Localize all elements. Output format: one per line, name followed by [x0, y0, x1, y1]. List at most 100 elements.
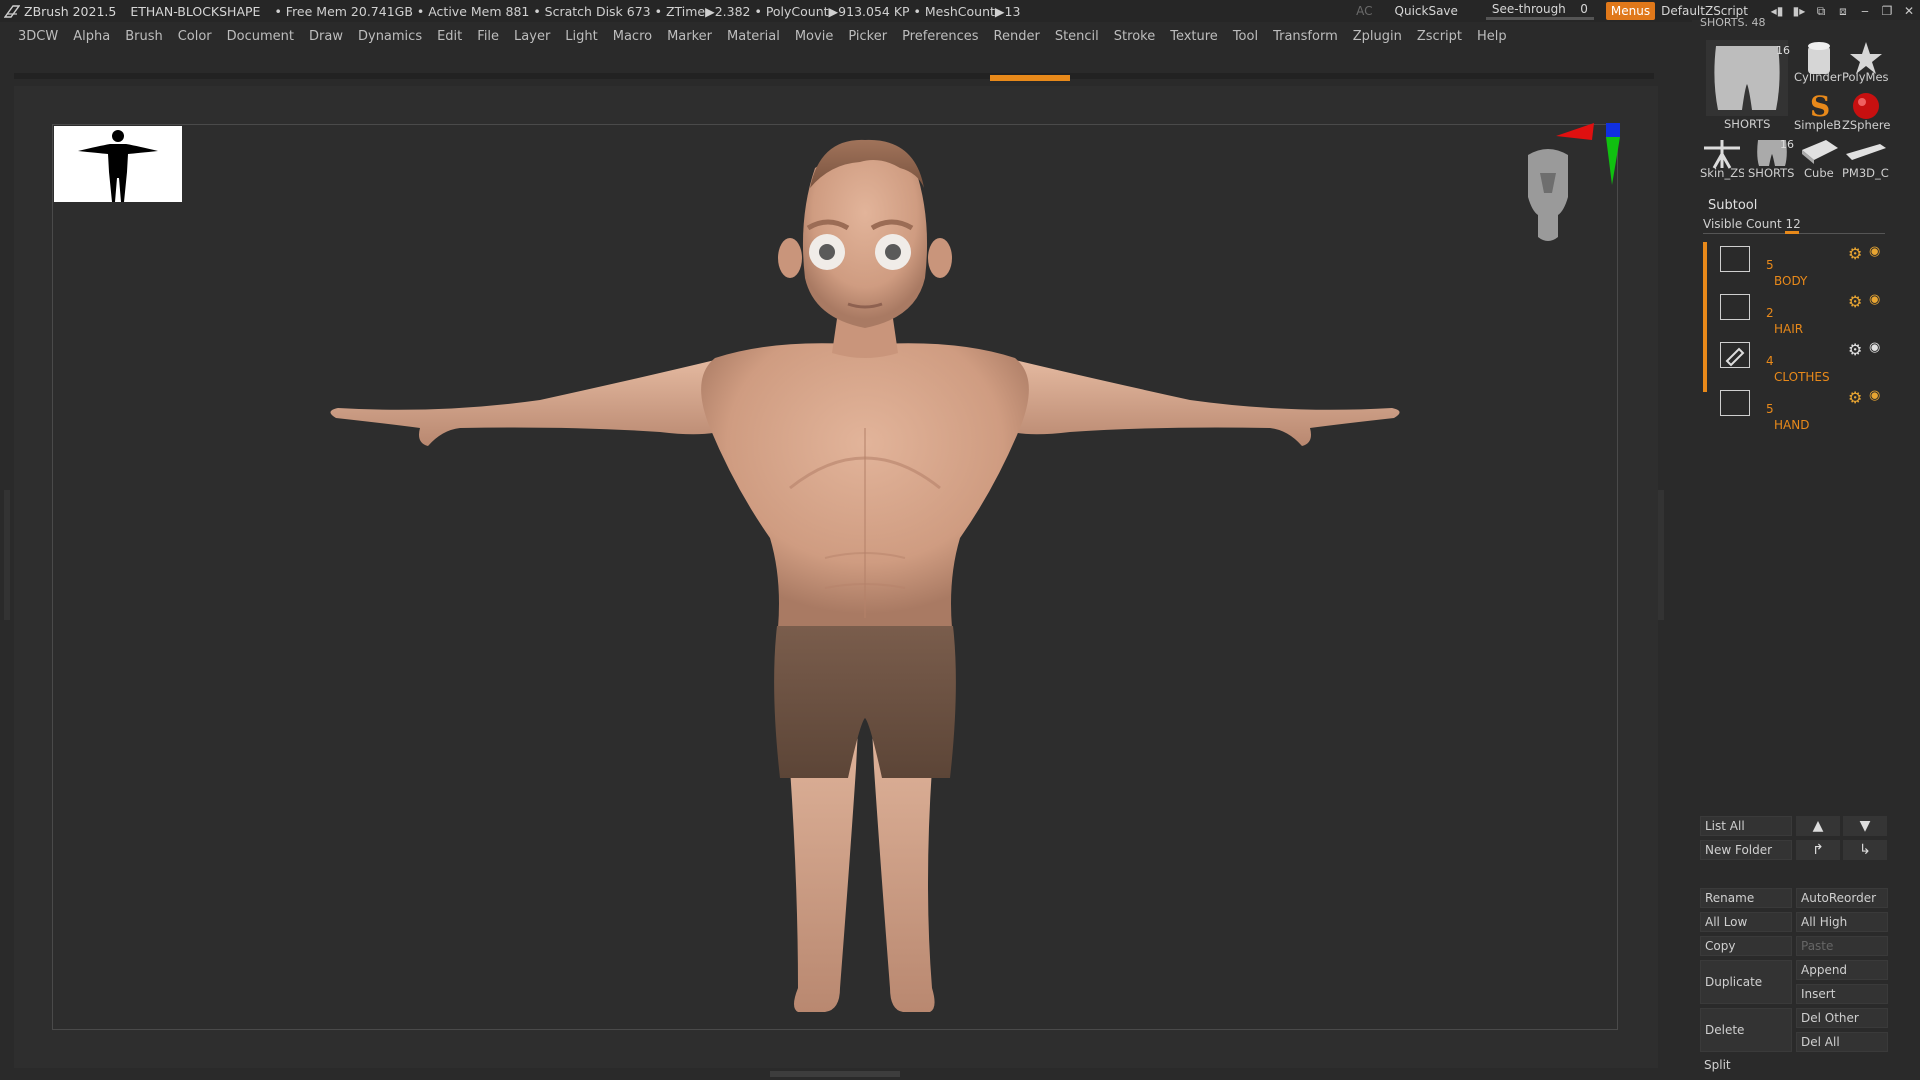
- menu-texture[interactable]: Texture: [1170, 29, 1218, 44]
- eye-icon[interactable]: ◉: [1869, 292, 1887, 307]
- menu-brush[interactable]: Brush: [125, 29, 163, 44]
- see-through-track: [1485, 17, 1594, 20]
- menu-draw[interactable]: Draw: [309, 29, 343, 44]
- subtool-title[interactable]: Subtool: [1708, 198, 1757, 213]
- silhouette-icon: [78, 130, 158, 202]
- zbrush-logo-icon: [4, 5, 20, 18]
- subtool-count: 5: [1766, 402, 1774, 416]
- gear-icon[interactable]: ⚙: [1848, 388, 1866, 407]
- auto-reorder-button[interactable]: AutoReorder: [1796, 888, 1888, 908]
- eye-icon[interactable]: ◉: [1869, 388, 1887, 403]
- pm3d-icon: [1846, 144, 1886, 160]
- layout-left-icon[interactable]: ◂▮: [1766, 0, 1788, 22]
- see-through-value: 0: [1580, 2, 1588, 16]
- layout-float-icon[interactable]: ⧈: [1832, 0, 1854, 22]
- menu-alpha[interactable]: Alpha: [73, 29, 110, 44]
- bottom-tray-handle[interactable]: [770, 1071, 900, 1077]
- move-up-icon[interactable]: ▲: [1796, 816, 1840, 836]
- menu-material[interactable]: Material: [727, 29, 780, 44]
- subtool-row-clothes[interactable]: 4 CLOTHES ⚙ ◉: [1712, 340, 1892, 388]
- menu-preferences[interactable]: Preferences: [902, 29, 978, 44]
- menu-dynamics[interactable]: Dynamics: [358, 29, 422, 44]
- paste-button[interactable]: Paste: [1796, 936, 1888, 956]
- character-model[interactable]: [320, 128, 1410, 1032]
- tool-header: SHORTS. 48: [1700, 16, 1766, 29]
- layout-swap-icon[interactable]: ⧉: [1810, 0, 1832, 22]
- see-through-slider[interactable]: See-through 0: [1485, 0, 1594, 22]
- eye-icon[interactable]: ◉: [1869, 244, 1887, 259]
- subtool-row-body[interactable]: 5 BODY ⚙ ◉: [1712, 244, 1892, 292]
- subtool-row-hand[interactable]: 5 HAND ⚙ ◉: [1712, 388, 1892, 436]
- right-tray-grip[interactable]: [1658, 490, 1664, 620]
- tool-label: Cylinder: [1794, 70, 1842, 84]
- menu-stencil[interactable]: Stencil: [1055, 29, 1099, 44]
- restore-icon[interactable]: ❐: [1876, 0, 1898, 22]
- menu-zscript[interactable]: Zscript: [1417, 29, 1462, 44]
- folder-icon: [1720, 246, 1750, 272]
- move-out-icon[interactable]: ↱: [1796, 840, 1840, 860]
- visible-count-slider[interactable]: Visible Count 12: [1703, 217, 1801, 231]
- subtool-name: CLOTHES: [1774, 370, 1830, 384]
- move-down-icon[interactable]: ▼: [1843, 816, 1887, 836]
- title-right-controls: AC QuickSave See-through 0 Menus Default…: [1356, 0, 1920, 22]
- see-through-label: See-through: [1491, 2, 1566, 16]
- project-name: ETHAN-BLOCKSHAPE: [130, 3, 261, 19]
- quicksave-button[interactable]: QuickSave: [1395, 4, 1458, 18]
- menu-edit[interactable]: Edit: [437, 29, 462, 44]
- menu-zplugin[interactable]: Zplugin: [1353, 29, 1402, 44]
- menu-color[interactable]: Color: [178, 29, 212, 44]
- menu-picker[interactable]: Picker: [848, 29, 887, 44]
- eye-icon[interactable]: ◉: [1869, 340, 1887, 355]
- duplicate-button[interactable]: Duplicate: [1700, 960, 1792, 1004]
- menu-stroke[interactable]: Stroke: [1114, 29, 1155, 44]
- folder-icon: [1720, 294, 1750, 320]
- left-tray-grip[interactable]: [4, 490, 10, 620]
- folder-icon: [1720, 390, 1750, 416]
- menu-document[interactable]: Document: [227, 29, 294, 44]
- close-icon[interactable]: ✕: [1898, 0, 1920, 22]
- gear-icon[interactable]: ⚙: [1848, 244, 1866, 263]
- menu-transform[interactable]: Transform: [1273, 29, 1338, 44]
- shelf-active-indicator: [990, 75, 1070, 81]
- insert-button[interactable]: Insert: [1796, 984, 1888, 1004]
- new-folder-button[interactable]: New Folder: [1700, 840, 1792, 860]
- tool-label: SHORTS: [1724, 117, 1771, 131]
- minimize-icon[interactable]: ‒: [1854, 0, 1876, 22]
- copy-button[interactable]: Copy: [1700, 936, 1792, 956]
- menu-render[interactable]: Render: [994, 29, 1040, 44]
- memory-stats: • Free Mem 20.741GB • Active Mem 881 • S…: [274, 3, 1021, 19]
- menu-layer[interactable]: Layer: [514, 29, 550, 44]
- append-button[interactable]: Append: [1796, 960, 1888, 980]
- axis-gizmo-icon: [1556, 123, 1620, 185]
- delete-button[interactable]: Delete: [1700, 1008, 1792, 1052]
- tool-label: SimpleB: [1794, 118, 1842, 132]
- move-in-icon[interactable]: ↳: [1843, 840, 1887, 860]
- rename-button[interactable]: Rename: [1700, 888, 1792, 908]
- all-high-button[interactable]: All High: [1796, 912, 1888, 932]
- skin-zsphere-icon: [1704, 140, 1740, 169]
- menu-light[interactable]: Light: [565, 29, 597, 44]
- split-button[interactable]: Split: [1700, 1056, 1888, 1076]
- menu-movie[interactable]: Movie: [795, 29, 833, 44]
- menu-help[interactable]: Help: [1477, 29, 1507, 44]
- ac-toggle[interactable]: AC: [1356, 4, 1372, 18]
- menu-marker[interactable]: Marker: [667, 29, 712, 44]
- menu-3dcw[interactable]: 3DCW: [18, 29, 58, 44]
- tool-label: PM3D_C: [1842, 166, 1889, 180]
- del-other-button[interactable]: Del Other: [1796, 1008, 1888, 1028]
- layout-right-icon[interactable]: ▮▸: [1788, 0, 1810, 22]
- all-low-button[interactable]: All Low: [1700, 912, 1792, 932]
- gear-icon[interactable]: ⚙: [1848, 292, 1866, 311]
- pencil-icon: [1725, 347, 1745, 367]
- menus-button[interactable]: Menus: [1605, 2, 1656, 20]
- cube-icon: [1802, 140, 1838, 164]
- tool-badge: 16: [1776, 44, 1790, 57]
- subtool-name: HAIR: [1774, 322, 1804, 336]
- menu-macro[interactable]: Macro: [613, 29, 652, 44]
- gear-icon[interactable]: ⚙: [1848, 340, 1866, 359]
- subtool-row-hair[interactable]: 2 HAIR ⚙ ◉: [1712, 292, 1892, 340]
- list-all-button[interactable]: List All: [1700, 816, 1792, 836]
- menu-file[interactable]: File: [477, 29, 499, 44]
- menu-tool[interactable]: Tool: [1233, 29, 1258, 44]
- del-all-button[interactable]: Del All: [1796, 1032, 1888, 1052]
